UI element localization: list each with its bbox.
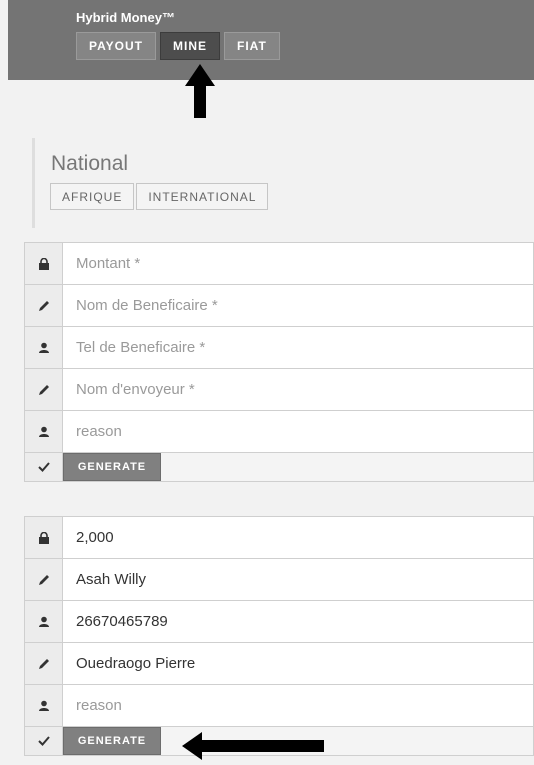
- national-section: National AFRIQUE INTERNATIONAL: [32, 138, 534, 228]
- sender-name-row: Nom d'envoyeur *: [24, 368, 534, 410]
- transfer-form-empty: Montant * Nom de Beneficaire * Tel de Be…: [24, 242, 534, 482]
- user-icon: [25, 601, 63, 642]
- arrow-up-icon: [185, 64, 215, 118]
- brand-title: Hybrid Money™: [76, 10, 175, 25]
- check-icon: [25, 727, 63, 755]
- sender-name-row: Ouedraogo Pierre: [24, 642, 534, 684]
- pencil-icon: [25, 643, 63, 684]
- beneficiary-phone-input[interactable]: Tel de Beneficaire *: [76, 327, 205, 368]
- lock-icon: [25, 517, 63, 558]
- reason-row: reason: [24, 410, 534, 452]
- generate-row: GENERATE: [24, 452, 534, 482]
- reason-input[interactable]: reason: [76, 411, 122, 452]
- pencil-icon: [25, 369, 63, 410]
- beneficiary-name-row: Nom de Beneficaire *: [24, 284, 534, 326]
- sender-name-input[interactable]: Ouedraogo Pierre: [76, 643, 195, 684]
- amount-input[interactable]: Montant *: [76, 243, 140, 284]
- check-icon: [25, 453, 63, 481]
- user-icon: [25, 685, 63, 726]
- user-icon: [25, 411, 63, 452]
- beneficiary-name-input[interactable]: Nom de Beneficaire *: [76, 285, 218, 326]
- tab-international[interactable]: INTERNATIONAL: [136, 183, 269, 210]
- amount-row: 2,000: [24, 516, 534, 558]
- tab-mine[interactable]: MINE: [160, 32, 221, 60]
- tab-payout[interactable]: PAYOUT: [76, 32, 157, 60]
- sender-name-input[interactable]: Nom d'envoyeur *: [76, 369, 195, 410]
- amount-input[interactable]: 2,000: [76, 517, 114, 558]
- user-icon: [25, 327, 63, 368]
- transfer-form-filled: 2,000 Asah Willy 26670465789 Ouedraogo P…: [24, 516, 534, 756]
- generate-button[interactable]: GENERATE: [63, 727, 161, 755]
- top-bar: Hybrid Money™ PAYOUT MINE FIAT: [8, 0, 534, 80]
- tab-fiat[interactable]: FIAT: [224, 32, 280, 60]
- pencil-icon: [25, 559, 63, 600]
- beneficiary-phone-row: 26670465789: [24, 600, 534, 642]
- top-tabs: PAYOUT MINE FIAT: [76, 32, 280, 60]
- beneficiary-name-input[interactable]: Asah Willy: [76, 559, 146, 600]
- tab-afrique[interactable]: AFRIQUE: [50, 183, 135, 210]
- beneficiary-name-row: Asah Willy: [24, 558, 534, 600]
- generate-button[interactable]: GENERATE: [63, 453, 161, 481]
- beneficiary-phone-row: Tel de Beneficaire *: [24, 326, 534, 368]
- reason-input[interactable]: reason: [76, 685, 122, 726]
- lock-icon: [25, 243, 63, 284]
- region-tabs: AFRIQUE INTERNATIONAL: [50, 183, 270, 210]
- section-title: National: [51, 152, 129, 175]
- amount-row: Montant *: [24, 242, 534, 284]
- beneficiary-phone-input[interactable]: 26670465789: [76, 601, 168, 642]
- reason-row: reason: [24, 684, 534, 726]
- pencil-icon: [25, 285, 63, 326]
- arrow-left-icon: [182, 732, 324, 760]
